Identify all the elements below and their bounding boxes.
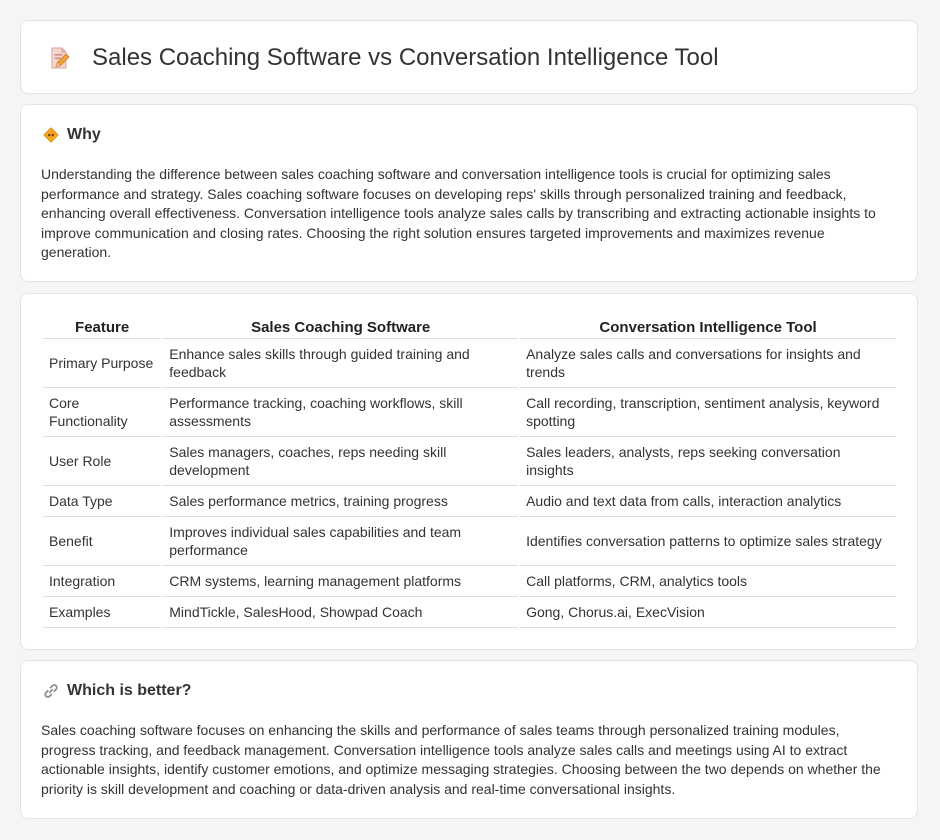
table-row: Primary Purpose Enhance sales skills thr…	[43, 339, 896, 388]
sales-coaching-cell: CRM systems, learning management platfor…	[163, 566, 519, 597]
table-header-row: Feature Sales Coaching Software Conversa…	[43, 316, 896, 339]
conversation-intelligence-cell: Analyze sales calls and conversations fo…	[520, 339, 896, 388]
header-card: Sales Coaching Software vs Conversation …	[20, 20, 918, 94]
why-body: Understanding the difference between sal…	[41, 166, 876, 260]
conversation-intelligence-cell: Call platforms, CRM, analytics tools	[520, 566, 896, 597]
sales-coaching-cell: Sales performance metrics, training prog…	[163, 486, 519, 517]
conversation-intelligence-cell: Sales leaders, analysts, reps seeking co…	[520, 437, 896, 486]
diamond-sign-icon	[43, 127, 59, 143]
why-section: Why Understanding the difference between…	[20, 104, 918, 282]
table-row: Data Type Sales performance metrics, tra…	[43, 486, 896, 517]
sales-coaching-cell: Performance tracking, coaching workflows…	[163, 388, 519, 437]
sales-coaching-cell: Enhance sales skills through guided trai…	[163, 339, 519, 388]
feature-cell: Data Type	[43, 486, 162, 517]
conversation-intelligence-cell: Call recording, transcription, sentiment…	[520, 388, 896, 437]
table-row: Core Functionality Performance tracking,…	[43, 388, 896, 437]
feature-cell: Core Functionality	[43, 388, 162, 437]
comparison-section: Feature Sales Coaching Software Conversa…	[20, 293, 918, 650]
which-is-better-section: Which is better? Sales coaching software…	[20, 660, 918, 819]
table-row: User Role Sales managers, coaches, reps …	[43, 437, 896, 486]
feature-cell: Examples	[43, 597, 162, 628]
sales-coaching-cell: Improves individual sales capabilities a…	[163, 517, 519, 566]
page-title: Sales Coaching Software vs Conversation …	[92, 44, 719, 71]
table-row: Benefit Improves individual sales capabi…	[43, 517, 896, 566]
column-header-feature: Feature	[43, 316, 162, 339]
sales-coaching-cell: MindTickle, SalesHood, Showpad Coach	[163, 597, 519, 628]
conversation-intelligence-cell: Gong, Chorus.ai, ExecVision	[520, 597, 896, 628]
link-icon	[44, 684, 58, 698]
which-is-better-body: Sales coaching software focuses on enhan…	[41, 722, 881, 797]
why-title: Why	[67, 126, 101, 143]
table-row: Integration CRM systems, learning manage…	[43, 566, 896, 597]
conversation-intelligence-cell: Identifies conversation patterns to opti…	[520, 517, 896, 566]
feature-cell: Benefit	[43, 517, 162, 566]
table-row: Examples MindTickle, SalesHood, Showpad …	[43, 597, 896, 628]
why-heading: Why	[43, 125, 101, 145]
conversation-intelligence-cell: Audio and text data from calls, interact…	[520, 486, 896, 517]
document-pencil-icon	[51, 47, 70, 69]
which-is-better-title: Which is better?	[67, 682, 192, 699]
feature-cell: Primary Purpose	[43, 339, 162, 388]
sales-coaching-cell: Sales managers, coaches, reps needing sk…	[163, 437, 519, 486]
column-header-sales-coaching: Sales Coaching Software	[163, 316, 519, 339]
feature-cell: Integration	[43, 566, 162, 597]
feature-cell: User Role	[43, 437, 162, 486]
column-header-conversation-intelligence: Conversation Intelligence Tool	[520, 316, 896, 339]
comparison-table: Feature Sales Coaching Software Conversa…	[41, 316, 898, 628]
which-is-better-heading: Which is better?	[43, 681, 191, 701]
